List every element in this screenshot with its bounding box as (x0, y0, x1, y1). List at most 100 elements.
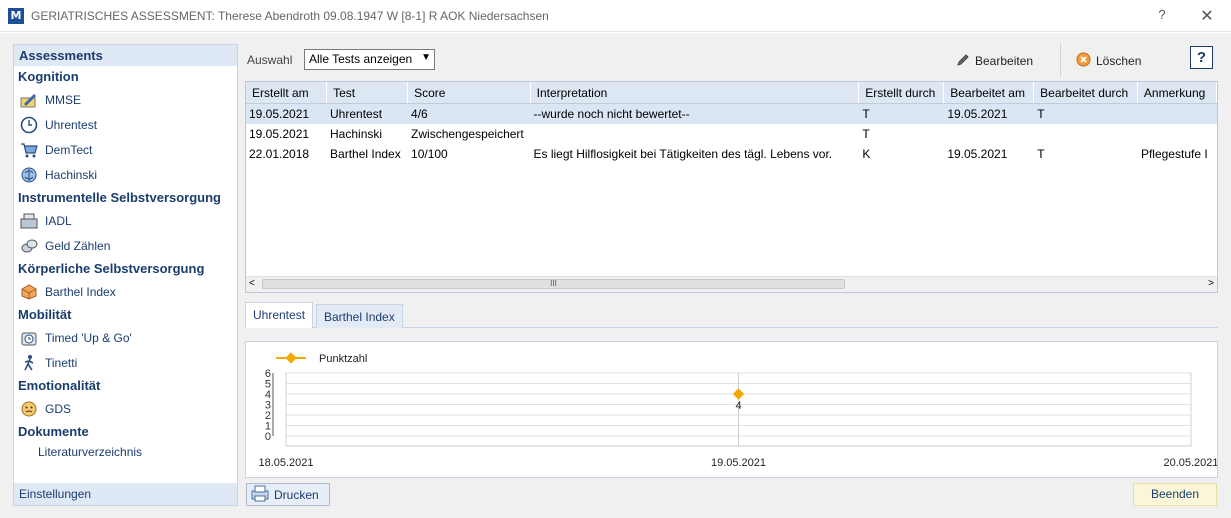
scrollbar-thumb[interactable]: III (262, 279, 845, 289)
printer-icon (250, 484, 270, 505)
brain-icon (20, 166, 38, 184)
table-row[interactable]: 19.05.2021 Uhrentest 4/6 --wurde noch ni… (246, 104, 1217, 124)
sidebar-item-gds[interactable]: GDS (14, 396, 237, 421)
x-tick-label: 18.05.2021 (258, 457, 313, 469)
toolbar-divider (1060, 43, 1061, 77)
sidebar-item-mmse[interactable]: MMSE (14, 87, 237, 112)
sidebar-header: Assessments (14, 45, 237, 66)
column-header[interactable]: Bearbeitet am (944, 82, 1035, 103)
column-header[interactable]: Erstellt am (246, 82, 328, 103)
table-cell (1138, 124, 1217, 144)
tab-barthel-index[interactable]: Barthel Index (316, 304, 403, 328)
sidebar-item-label: Barthel Index (45, 284, 116, 299)
sidebar-item-label: Hachinski (45, 167, 98, 182)
horizontal-scrollbar[interactable]: < III > (246, 276, 1217, 292)
table-cell: T (1037, 107, 1045, 121)
y-tick-label: 6 (265, 368, 271, 380)
table-cell (1138, 104, 1217, 124)
sidebar-item-label: IADL (45, 213, 72, 228)
help-button[interactable]: ? (1190, 46, 1213, 69)
pencil-paper-icon (20, 91, 38, 109)
sidebar-group-dokumente: Dokumente (18, 424, 89, 439)
sidebar-item-hachinski[interactable]: Hachinski (14, 162, 237, 187)
chevron-down-icon: ▼ (421, 52, 431, 63)
scroll-left-icon[interactable]: < (249, 278, 255, 289)
table-row[interactable]: 22.01.2018 Barthel Index 10/100 Es liegt… (246, 144, 1217, 164)
x-tick-label: 20.05.2021 (1163, 457, 1217, 469)
box-icon (20, 283, 38, 301)
table-cell: 19.05.2021 (249, 107, 310, 121)
sidebar-item-timed-up-go[interactable]: Timed 'Up & Go' (14, 325, 237, 350)
table-cell (1034, 124, 1138, 144)
filter-label: Auswahl (247, 53, 293, 67)
sidebar-group-emotionalitaet: Emotionalität (18, 378, 101, 393)
table-cell: T (862, 107, 870, 121)
cart-icon (20, 141, 38, 159)
sidebar-item-uhrentest[interactable]: Uhrentest (14, 112, 237, 137)
tab-uhrentest[interactable]: Uhrentest (245, 302, 314, 328)
legend-label: Punktzahl (319, 353, 367, 365)
column-header[interactable]: Erstellt durch (859, 82, 945, 103)
edit-button-label: Bearbeiten (975, 54, 1034, 68)
column-header[interactable]: Score (408, 82, 531, 103)
filter-select[interactable]: Alle Tests anzeigen ▼ (304, 49, 435, 70)
column-header[interactable]: Test (327, 82, 409, 103)
legend-swatch-marker (285, 352, 297, 364)
table-cell: Barthel Index (330, 147, 401, 161)
sidebar-item-literaturverzeichnis[interactable]: Literaturverzeichnis (14, 442, 237, 462)
sidebar-settings[interactable]: Einstellungen (14, 483, 237, 505)
sidebar-item-demtect[interactable]: DemTect (14, 137, 237, 162)
sidebar-item-label: GDS (45, 401, 72, 416)
table-cell (944, 124, 1034, 144)
sidebar-group-kognition: Kognition (18, 69, 79, 84)
sidebar-item-tinetti[interactable]: Tinetti (14, 350, 237, 375)
table-cell: 22.01.2018 (249, 147, 310, 161)
x-tick-label: 19.05.2021 (711, 457, 766, 469)
y-tick-label: 0 (265, 431, 271, 443)
y-tick-label: 1 (265, 421, 271, 433)
sidebar-item-barthel-index[interactable]: Barthel Index (14, 279, 237, 304)
delete-button-label: Löschen (1096, 54, 1142, 68)
sidebar-item-label: Uhrentest (45, 117, 98, 132)
column-header[interactable]: Bearbeitet durch (1034, 82, 1138, 103)
column-header[interactable]: Interpretation (531, 82, 860, 103)
table-cell: 10/100 (411, 147, 448, 161)
y-tick-label: 4 (265, 389, 271, 401)
delete-button[interactable]: Löschen (1076, 50, 1141, 72)
column-header[interactable]: Anmerkung (1138, 82, 1217, 103)
sidebar-item-label: MMSE (45, 92, 81, 107)
y-tick-label: 5 (265, 379, 271, 391)
table-cell: K (862, 147, 871, 161)
coins-icon (20, 237, 38, 255)
client-area: Assessments Kognition MMSE Uhrentest Dem… (0, 33, 1231, 518)
window-help-button[interactable]: ? (1152, 7, 1172, 25)
table-cell: Es liegt Hilflosigkeit bei Tätigkeiten d… (533, 147, 833, 161)
app-logo: M (8, 8, 24, 24)
print-button[interactable]: Drucken (246, 483, 330, 506)
table-cell: Zwischengespeichert (411, 127, 524, 141)
table-cell: 4/6 (411, 107, 428, 121)
table-cell: --wurde noch nicht bewertet-- (533, 107, 690, 121)
stopwatch-walk-icon (20, 329, 38, 347)
edit-button[interactable]: Bearbeiten (956, 50, 1033, 72)
sidebar-item-label: DemTect (45, 142, 93, 157)
sidebar-item-iadl[interactable]: IADL (14, 208, 237, 233)
sidebar-item-label: Timed 'Up & Go' (45, 330, 132, 345)
pencil-icon (956, 53, 970, 70)
table-cell: 19.05.2021 (947, 147, 1008, 161)
sidebar-item-geld-zaehlen[interactable]: Geld Zählen (14, 233, 237, 258)
main-panel: Auswahl Alle Tests anzeigen ▼ Bearbeiten… (238, 43, 1228, 506)
window-title: GERIATRISCHES ASSESSMENT: Therese Abendr… (31, 9, 549, 23)
score-chart: 012345618.05.2021 19.05.2021 20.05.2021Pun… (258, 352, 1219, 469)
end-button[interactable]: Beenden (1133, 483, 1217, 506)
walking-person-icon (20, 354, 38, 372)
data-label: 4 (735, 400, 741, 412)
delete-icon (1076, 52, 1091, 70)
assessments-table: Erstellt am Test Score Interpretation Er… (245, 81, 1218, 293)
print-button-label: Drucken (274, 487, 319, 502)
sidebar-group-mobilitaet: Mobilität (18, 307, 72, 322)
table-row[interactable]: 19.05.2021 Hachinski Zwischengespeichert… (246, 124, 1217, 144)
window-close-button[interactable]: ✕ (1196, 6, 1218, 26)
sidebar-item-label: Literaturverzeichnis (38, 445, 143, 459)
scroll-right-icon[interactable]: > (1208, 278, 1214, 289)
